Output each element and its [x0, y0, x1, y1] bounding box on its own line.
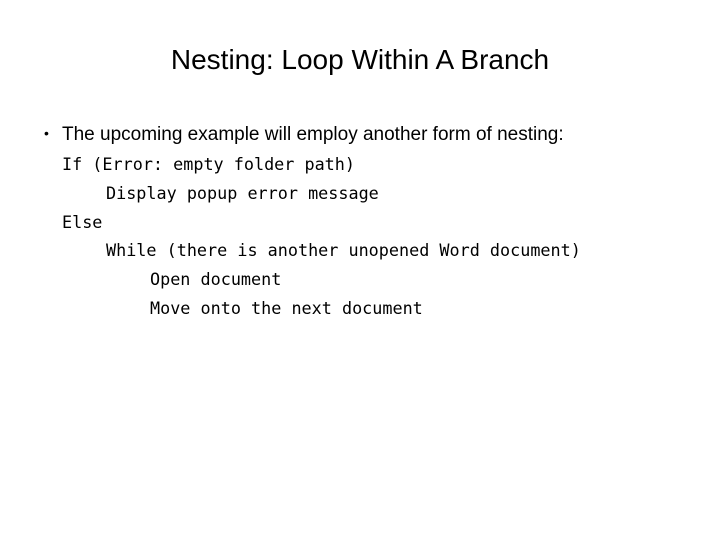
slide-title: Nesting: Loop Within A Branch: [170, 44, 550, 75]
code-line-if: If (Error: empty folder path): [62, 154, 355, 174]
bullet-item: • The upcoming example will employ anothe…: [44, 119, 564, 149]
code-line-open-document: Open document: [150, 269, 282, 290]
bullet-text: The upcoming example will employ another…: [62, 124, 564, 145]
code-line-else: Else: [62, 211, 103, 232]
code-line-next-document: Move onto the next document: [150, 297, 423, 318]
code-line-display-error: Display popup error message: [106, 182, 379, 203]
code-line-while: While (there is another unopened Word do…: [106, 240, 581, 261]
pseudocode-block: If (Error: empty folder path) Display po…: [0, 150, 581, 323]
bullet-marker: •: [44, 125, 49, 141]
